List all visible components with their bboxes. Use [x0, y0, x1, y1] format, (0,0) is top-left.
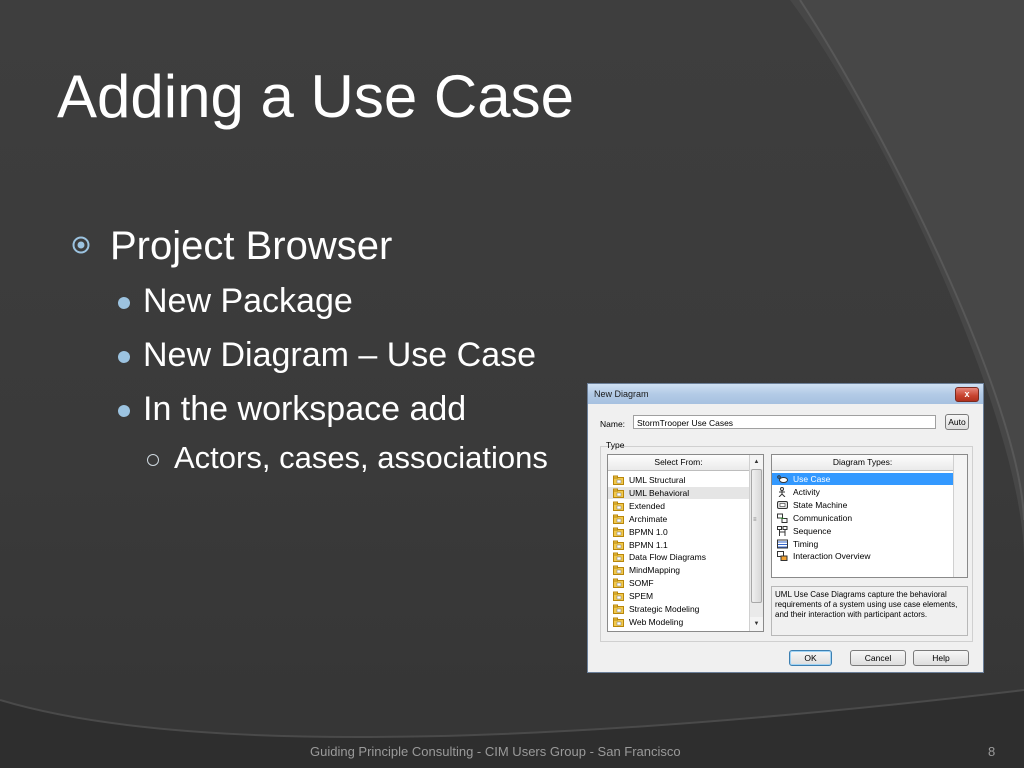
list-item-label: UML Structural: [629, 475, 686, 485]
list-item[interactable]: Timing: [772, 538, 953, 550]
help-button[interactable]: Help: [913, 650, 969, 666]
list-item[interactable]: UML Behavioral: [608, 486, 749, 499]
close-icon: x: [964, 389, 970, 399]
ring-bullet-icon: [72, 236, 90, 254]
list-item[interactable]: SPEM: [608, 590, 749, 602]
scrollbar[interactable]: ▲ ≡ ▼: [749, 455, 763, 631]
list-item[interactable]: Use Case: [772, 473, 953, 485]
list-item-label: MindMapping: [629, 565, 681, 576]
dot-bullet-icon: [118, 351, 130, 363]
list-item-label: State Machine: [793, 499, 848, 510]
bullet-text: New Diagram – Use Case: [143, 336, 537, 374]
scrollbar[interactable]: [953, 455, 967, 577]
slide-title: Adding a Use Case: [57, 63, 574, 130]
name-value: StormTrooper Use Cases: [637, 418, 734, 428]
interaction-overview-icon: [777, 551, 788, 562]
bullet-text: Project Browser: [110, 224, 393, 268]
list-item-label: BPMN 1.0: [629, 526, 668, 537]
list-item[interactable]: State Machine: [772, 499, 953, 511]
diagram-types-list[interactable]: Diagram Types: Use Case Activity State Mac…: [771, 454, 968, 578]
bullet-text: New Package: [143, 282, 353, 320]
dialog-title: New Diagram: [594, 389, 649, 399]
list-item[interactable]: Activity: [772, 486, 953, 498]
list-item-label: Extended: [629, 500, 665, 511]
list-item[interactable]: Extended: [608, 500, 749, 512]
folder-icon: [613, 501, 624, 511]
new-diagram-dialog: New Diagram x Name: StormTrooper Use Cas…: [587, 383, 984, 673]
list-item[interactable]: SOMF: [608, 577, 749, 589]
scroll-up-arrow-icon[interactable]: ▲: [750, 455, 763, 469]
list-item-label: Web Modeling: [629, 616, 684, 627]
list-item[interactable]: Interaction Overview: [772, 550, 953, 562]
footer-text: Guiding Principle Consulting - CIM Users…: [310, 744, 681, 759]
folder-icon: [613, 604, 624, 614]
folder-icon: [613, 527, 624, 537]
close-button[interactable]: x: [955, 387, 979, 402]
timing-icon: [777, 539, 788, 548]
grip-icon: ≡: [753, 517, 757, 523]
folder-icon: [613, 591, 624, 602]
type-label: Type: [606, 440, 625, 450]
name-field[interactable]: StormTrooper Use Cases: [633, 415, 936, 429]
folder-icon: [613, 617, 624, 627]
auto-button[interactable]: Auto: [945, 414, 969, 430]
list-item[interactable]: Sequence: [772, 525, 953, 537]
list-item-label: Strategic Modeling: [629, 604, 700, 614]
diagram-types-header[interactable]: Diagram Types:: [772, 455, 953, 471]
communication-icon: [777, 513, 788, 523]
folder-icon: [613, 475, 624, 485]
list-item[interactable]: Strategic Modeling: [608, 603, 749, 615]
list-item-label: SPEM: [629, 591, 654, 602]
scroll-thumb[interactable]: [751, 469, 762, 603]
list-item-label: Use Case: [793, 474, 831, 484]
list-item[interactable]: Communication: [772, 512, 953, 524]
use-case-icon: [777, 475, 788, 483]
dot-bullet-icon: [118, 405, 130, 417]
list-item-label: BPMN 1.1: [629, 539, 668, 550]
folder-icon: [613, 565, 624, 576]
list-item[interactable]: Web Modeling: [608, 616, 749, 628]
list-item-label: Data Flow Diagrams: [629, 552, 706, 563]
sequence-icon: [777, 525, 788, 536]
folder-icon: [613, 488, 624, 498]
list-item[interactable]: MindMapping: [608, 564, 749, 576]
bullet-text: In the workspace add: [143, 390, 467, 428]
list-item[interactable]: Archimate: [608, 513, 749, 525]
page-number: 8: [988, 744, 996, 759]
list-item-label: Sequence: [793, 525, 832, 536]
folder-icon: [613, 578, 624, 589]
bullet-text: Actors, cases, associations: [174, 440, 548, 475]
diagram-description: UML Use Case Diagrams capture the behavi…: [771, 586, 968, 636]
list-item[interactable]: Data Flow Diagrams: [608, 551, 749, 563]
list-item-label: Interaction Overview: [793, 551, 871, 562]
scroll-down-arrow-icon[interactable]: ▼: [750, 617, 763, 631]
cancel-button[interactable]: Cancel: [850, 650, 906, 666]
select-from-list[interactable]: Select From: UML Structural UML Behaviora…: [607, 454, 764, 632]
list-item[interactable]: UML Structural: [608, 474, 749, 486]
list-item[interactable]: BPMN 1.1: [608, 539, 749, 551]
list-item-label: SOMF: [629, 578, 654, 589]
list-item-label: Activity: [793, 486, 820, 497]
ok-button[interactable]: OK: [789, 650, 832, 666]
circle-bullet-icon: [147, 454, 159, 466]
folder-icon: [613, 514, 624, 524]
activity-icon: [778, 486, 786, 497]
dialog-title-bar[interactable]: New Diagram x: [588, 384, 983, 404]
dot-bullet-icon: [118, 297, 130, 309]
name-label: Name:: [600, 419, 626, 429]
select-from-header[interactable]: Select From:: [608, 455, 749, 471]
list-item-label: Timing: [793, 538, 819, 549]
folder-icon: [613, 540, 624, 550]
list-item-label: Communication: [793, 512, 853, 523]
list-item-label: UML Behavioral: [629, 487, 690, 498]
list-item[interactable]: BPMN 1.0: [608, 526, 749, 538]
folder-icon: [613, 552, 624, 563]
list-item-label: Archimate: [629, 513, 668, 524]
state-machine-icon: [777, 500, 788, 509]
